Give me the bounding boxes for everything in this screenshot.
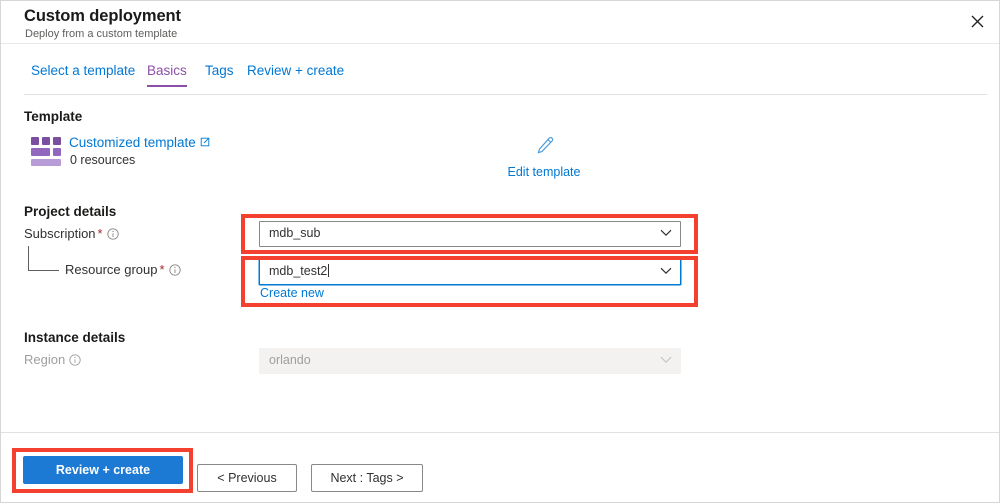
subscription-label-text: Subscription	[24, 226, 96, 241]
resource-group-value: mdb_test2	[269, 264, 329, 278]
region-label-text: Region	[24, 352, 65, 367]
create-new-link[interactable]: Create new	[260, 286, 324, 300]
tab-review-create[interactable]: Review + create	[247, 63, 344, 86]
template-resource-count: 0 resources	[70, 153, 135, 167]
tab-tags[interactable]: Tags	[205, 63, 234, 86]
subscription-required-marker: *	[96, 226, 103, 241]
template-icon	[31, 137, 62, 167]
page-subtitle: Deploy from a custom template	[25, 28, 177, 40]
resource-group-combobox[interactable]: mdb_test2	[259, 259, 681, 285]
footer-divider	[1, 432, 1000, 433]
chevron-down-icon	[660, 229, 672, 237]
resource-group-tree-connector	[28, 246, 59, 271]
edit-template-button[interactable]: Edit template	[505, 136, 583, 181]
resource-group-label: Resource group*	[65, 262, 181, 279]
resource-group-label-text: Resource group	[65, 262, 158, 277]
chevron-down-icon	[660, 356, 672, 364]
tab-bar: Select a template Basics Tags Review + c…	[1, 63, 1000, 95]
region-value: orlando	[269, 353, 311, 367]
tab-bar-divider	[24, 94, 987, 95]
subscription-value: mdb_sub	[269, 226, 320, 240]
resource-group-value-text: mdb_test2	[269, 264, 327, 278]
resource-group-required-marker: *	[158, 262, 165, 277]
customized-template-link[interactable]: Customized template	[69, 135, 210, 150]
close-icon	[971, 15, 984, 28]
customized-template-link-label: Customized template	[69, 135, 196, 150]
tab-basics[interactable]: Basics	[147, 63, 187, 86]
region-label: Region	[24, 352, 81, 369]
page-title: Custom deployment	[24, 7, 181, 26]
custom-deployment-blade: Custom deployment Deploy from a custom t…	[0, 0, 1000, 503]
tab-select-a-template[interactable]: Select a template	[31, 63, 135, 86]
info-icon[interactable]	[69, 354, 81, 369]
info-icon[interactable]	[169, 264, 181, 279]
subscription-select[interactable]: mdb_sub	[259, 221, 681, 247]
region-select: orlando	[259, 348, 681, 374]
template-section-heading: Template	[24, 109, 82, 124]
review-create-button[interactable]: Review + create	[23, 456, 183, 484]
next-tags-button[interactable]: Next : Tags >	[311, 464, 423, 492]
edit-template-label: Edit template	[508, 165, 581, 179]
instance-details-heading: Instance details	[24, 330, 125, 345]
project-details-heading: Project details	[24, 204, 116, 219]
previous-button[interactable]: < Previous	[197, 464, 297, 492]
chevron-down-icon	[660, 267, 672, 275]
info-icon[interactable]	[107, 228, 119, 243]
external-link-icon	[200, 135, 210, 150]
close-button[interactable]	[961, 5, 993, 37]
text-caret	[328, 264, 329, 277]
blade-header: Custom deployment Deploy from a custom t…	[1, 1, 1000, 44]
subscription-label: Subscription*	[24, 226, 119, 243]
pencil-icon	[505, 136, 583, 161]
